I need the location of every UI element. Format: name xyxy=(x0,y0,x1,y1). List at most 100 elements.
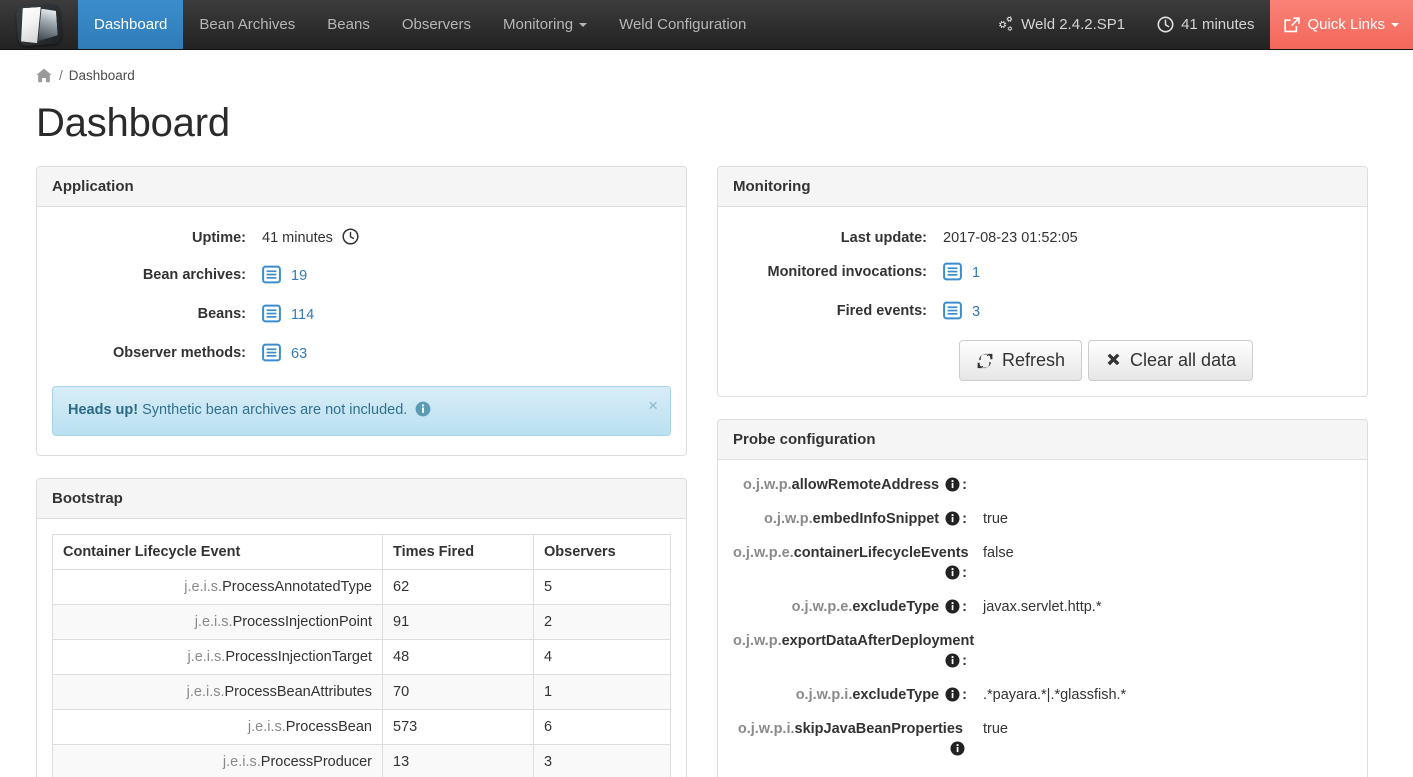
event-prefix: j.e.i.s. xyxy=(248,719,286,735)
config-key-prefix: o.j.w.p. xyxy=(764,511,813,527)
info-circle-icon[interactable] xyxy=(945,511,960,532)
stat-label: Beans: xyxy=(52,304,262,324)
config-key-prefix: o.j.w.p. xyxy=(733,633,782,649)
nav-label: Monitoring xyxy=(503,16,573,33)
config-value: true xyxy=(983,509,1352,529)
event-name: ProcessBeanAttributes xyxy=(225,684,373,700)
column-header-observers[interactable]: Observers xyxy=(534,535,671,570)
nav-item-dashboard[interactable]: Dashboard xyxy=(78,0,183,49)
list-alt-icon[interactable] xyxy=(262,265,281,290)
monitored-invocations-count[interactable]: 1 xyxy=(972,265,980,281)
probe-configuration-panel-body: o.j.w.p.allowRemoteAddress : o.j.w.p.emb… xyxy=(718,460,1367,777)
clear-all-data-button[interactable]: Clear all data xyxy=(1088,340,1253,381)
config-value: javax.servlet.http.* xyxy=(983,597,1352,617)
page-title: Dashboard xyxy=(36,101,1377,146)
beans-count[interactable]: 114 xyxy=(291,307,314,323)
cell-times-fired: 13 xyxy=(383,745,534,777)
primary-nav: Dashboard Bean Archives Beans Observers … xyxy=(78,0,762,49)
stat-label: Bean archives: xyxy=(52,265,262,285)
config-key-prefix: o.j.w.p.i. xyxy=(738,721,795,737)
observer-methods-count[interactable]: 63 xyxy=(291,346,307,362)
probe-configuration-panel-heading: Probe configuration xyxy=(718,420,1367,460)
nav-item-bean-archives[interactable]: Bean Archives xyxy=(183,0,311,49)
stat-label: Observer methods: xyxy=(52,343,262,363)
info-circle-icon[interactable] xyxy=(945,477,960,498)
cell-observers[interactable]: 5 xyxy=(534,570,671,605)
chevron-down-icon xyxy=(1391,23,1399,27)
nav-item-quick-links[interactable]: Quick Links xyxy=(1270,0,1413,49)
cell-observers[interactable]: 3 xyxy=(534,745,671,777)
config-value: .*payara.*|.*glassfish.* xyxy=(983,685,1352,705)
synthetic-bean-archives-alert: Heads up! Synthetic bean archives are no… xyxy=(52,386,671,436)
refresh-button[interactable]: Refresh xyxy=(959,340,1082,381)
bean-archives-count[interactable]: 19 xyxy=(291,268,307,284)
cell-observers[interactable]: 2 xyxy=(534,605,671,640)
dashboard-grid: Application Uptime: 41 minutes xyxy=(36,166,1377,777)
nav-item-monitoring[interactable]: Monitoring xyxy=(487,0,603,49)
bootstrap-table: Container Lifecycle Event Times Fired Ob… xyxy=(52,534,671,777)
config-row-export-data-after-deployment: o.j.w.p.exportDataAfterDeployment : xyxy=(733,631,1352,674)
table-row: j.e.i.s.ProcessInjectionTarget 48 4 xyxy=(53,640,671,675)
nav-item-weld-configuration[interactable]: Weld Configuration xyxy=(603,0,762,49)
stat-label: Uptime: xyxy=(52,228,262,248)
list-alt-icon[interactable] xyxy=(262,343,281,368)
weld-logo-icon xyxy=(16,3,63,46)
right-column: Monitoring Last update: 2017-08-23 01:52… xyxy=(717,166,1368,777)
nav-item-beans[interactable]: Beans xyxy=(311,0,386,49)
clock-icon xyxy=(1157,16,1174,33)
cell-observers[interactable]: 1 xyxy=(534,675,671,710)
bootstrap-panel-heading: Bootstrap xyxy=(37,479,686,519)
cell-observers[interactable]: 4 xyxy=(534,640,671,675)
info-circle-icon[interactable] xyxy=(945,565,960,586)
nav-label: Bean Archives xyxy=(199,16,295,33)
column-header-times-fired[interactable]: Times Fired xyxy=(383,535,534,570)
stat-row-monitored-invocations: Monitored invocations: xyxy=(733,262,1352,287)
config-key-name: excludeType xyxy=(852,599,939,615)
fired-events-count[interactable]: 3 xyxy=(972,304,980,320)
application-panel-title: Application xyxy=(52,178,671,195)
config-key-name: exportDataAfterDeployment xyxy=(782,633,975,649)
stat-label: Last update: xyxy=(733,228,943,248)
list-alt-icon[interactable] xyxy=(943,301,962,326)
list-alt-icon[interactable] xyxy=(262,304,281,329)
nav-item-observers[interactable]: Observers xyxy=(386,0,487,49)
info-circle-icon[interactable] xyxy=(945,687,960,708)
nav-item-version[interactable]: Weld 2.4.2.SP1 xyxy=(979,0,1141,49)
config-row-skip-java-bean-properties: o.j.w.p.i.skipJavaBeanProperties true xyxy=(733,719,1352,762)
table-body: j.e.i.s.ProcessAnnotatedType 62 5 j.e.i.… xyxy=(53,570,671,777)
stat-value-wrap: 63 xyxy=(262,343,671,368)
config-row-embed-info-snippet: o.j.w.p.embedInfoSnippet : true xyxy=(733,509,1352,532)
nav-label: Beans xyxy=(327,16,370,33)
info-circle-icon[interactable] xyxy=(945,599,960,620)
event-name: ProcessProducer xyxy=(261,754,372,770)
cell-times-fired: 70 xyxy=(383,675,534,710)
cell-times-fired: 48 xyxy=(383,640,534,675)
info-circle-icon[interactable] xyxy=(945,653,960,674)
column-header-event[interactable]: Container Lifecycle Event xyxy=(53,535,383,570)
event-name: ProcessInjectionPoint xyxy=(233,614,372,630)
application-stats-list: Uptime: 41 minutes xyxy=(52,222,671,368)
config-key-name: containerLifecycleEvents xyxy=(794,545,969,561)
uptime-label: 41 minutes xyxy=(1181,16,1254,33)
info-circle-icon[interactable] xyxy=(950,741,965,762)
times-icon xyxy=(1105,352,1122,369)
nav-item-uptime[interactable]: 41 minutes xyxy=(1141,0,1270,49)
refresh-icon xyxy=(976,352,994,370)
alert-strong-label: Heads up! xyxy=(68,402,138,418)
info-circle-icon[interactable] xyxy=(415,401,431,421)
alert-close-button[interactable]: × xyxy=(648,397,658,414)
brand-logo-link[interactable] xyxy=(0,0,78,49)
bootstrap-panel-title: Bootstrap xyxy=(52,490,671,507)
cell-observers[interactable]: 6 xyxy=(534,710,671,745)
config-key: o.j.w.p.e.excludeType : xyxy=(733,597,983,620)
nav-label: Observers xyxy=(402,16,471,33)
config-row-allow-remote-address: o.j.w.p.allowRemoteAddress : xyxy=(733,475,1352,498)
event-name: ProcessInjectionTarget xyxy=(225,649,372,665)
breadcrumb-separator: / xyxy=(59,68,63,83)
config-key-prefix: o.j.w.p.i. xyxy=(796,687,853,703)
list-alt-icon[interactable] xyxy=(943,262,962,287)
config-key-name: allowRemoteAddress xyxy=(792,477,939,493)
breadcrumb: / Dashboard xyxy=(36,50,1377,87)
bootstrap-panel-body: Container Lifecycle Event Times Fired Ob… xyxy=(37,519,686,777)
home-icon[interactable] xyxy=(36,68,52,83)
